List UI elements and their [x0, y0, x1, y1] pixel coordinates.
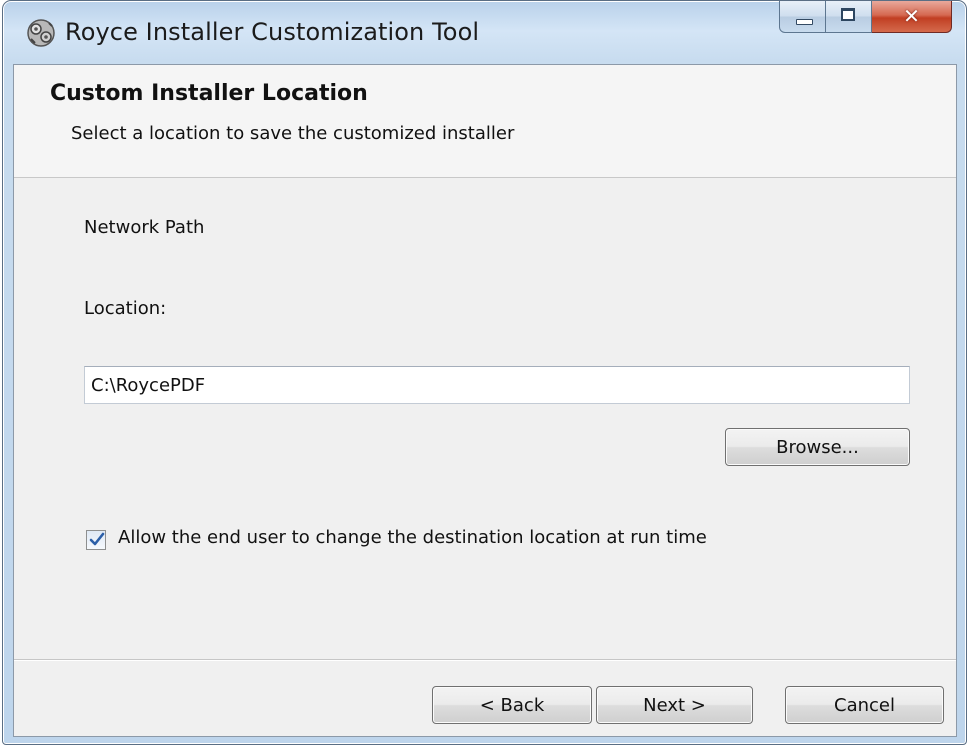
- caption-buttons: ✕: [779, 1, 952, 37]
- browse-button[interactable]: Browse...: [725, 428, 910, 466]
- close-button[interactable]: ✕: [872, 1, 952, 33]
- maximize-button[interactable]: [826, 1, 872, 33]
- window-title: Royce Installer Customization Tool: [65, 18, 480, 46]
- location-input[interactable]: [84, 366, 910, 404]
- installer-window: Royce Installer Customization Tool ✕ Cus…: [2, 0, 967, 745]
- gear-app-icon: [25, 17, 57, 49]
- page-title: Custom Installer Location: [50, 81, 368, 106]
- title-bar[interactable]: Royce Installer Customization Tool ✕: [3, 1, 966, 65]
- maximize-icon: [841, 8, 855, 21]
- checkmark-icon: [89, 532, 105, 546]
- minimize-button[interactable]: [779, 1, 826, 33]
- network-path-label: Network Path: [84, 217, 205, 238]
- dialog-client-area: Custom Installer Location Select a locat…: [13, 64, 957, 737]
- allow-change-label[interactable]: Allow the end user to change the destina…: [118, 527, 707, 548]
- cancel-button[interactable]: Cancel: [785, 686, 944, 724]
- minimize-icon: [796, 19, 813, 25]
- footer-divider: [14, 659, 956, 661]
- location-label: Location:: [84, 298, 167, 319]
- back-button[interactable]: < Back: [432, 686, 592, 724]
- header-banner: Custom Installer Location Select a locat…: [14, 65, 956, 178]
- page-subtitle: Select a location to save the customized…: [71, 123, 515, 144]
- next-button[interactable]: Next >: [596, 686, 753, 724]
- close-icon: ✕: [903, 4, 920, 28]
- allow-change-checkbox[interactable]: [86, 530, 106, 550]
